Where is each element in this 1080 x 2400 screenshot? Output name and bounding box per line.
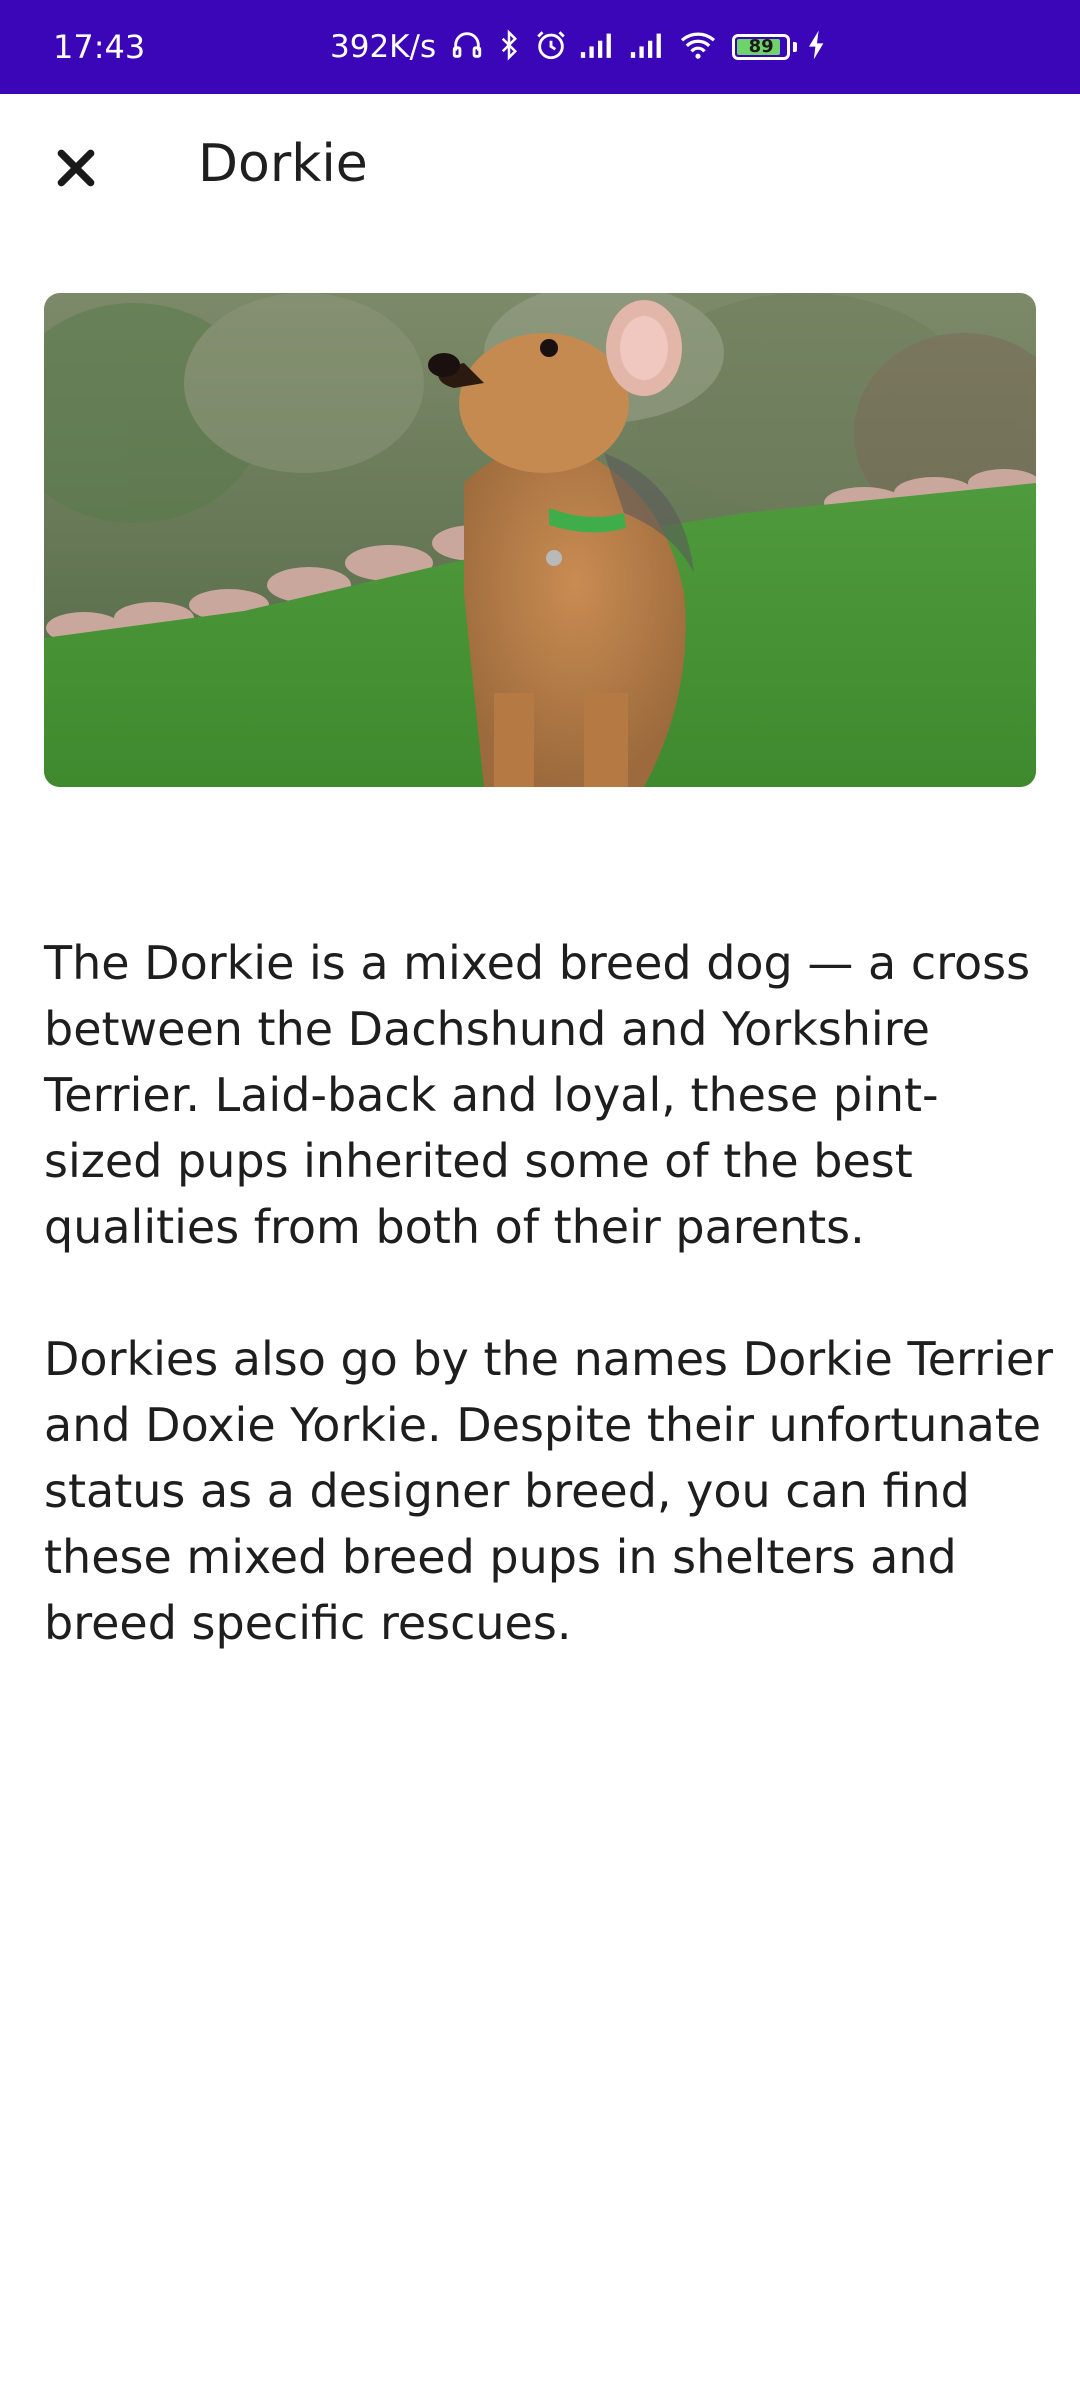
- status-bar: 17:43 392K/s 89: [0, 0, 1080, 94]
- status-time: 17:43: [53, 28, 146, 66]
- wifi-icon: [678, 29, 718, 65]
- status-icons: 392K/s 89: [330, 0, 827, 94]
- article-body: The Dorkie is a mixed breed dog — a cros…: [44, 930, 1054, 1722]
- battery-icon: 89: [732, 34, 791, 60]
- app-bar: Dorkie: [0, 94, 1080, 254]
- close-button[interactable]: [44, 138, 108, 202]
- close-icon: [54, 146, 98, 194]
- page-title: Dorkie: [198, 134, 368, 194]
- battery-level: 89: [748, 36, 774, 57]
- alarm-icon: [534, 28, 568, 66]
- signal-icon: [628, 30, 668, 64]
- signal-icon: [578, 30, 618, 64]
- network-speed: 392K/s: [330, 29, 437, 65]
- bluetooth-icon: [494, 28, 524, 66]
- charging-icon: [807, 29, 827, 65]
- battery-tip: [793, 42, 798, 52]
- dog-photo: [44, 293, 1036, 787]
- article-paragraph: Dorkies also go by the names Dorkie Terr…: [44, 1332, 1054, 1650]
- article-paragraph: The Dorkie is a mixed breed dog — a cros…: [44, 936, 1031, 1254]
- headphones-icon: [450, 28, 484, 66]
